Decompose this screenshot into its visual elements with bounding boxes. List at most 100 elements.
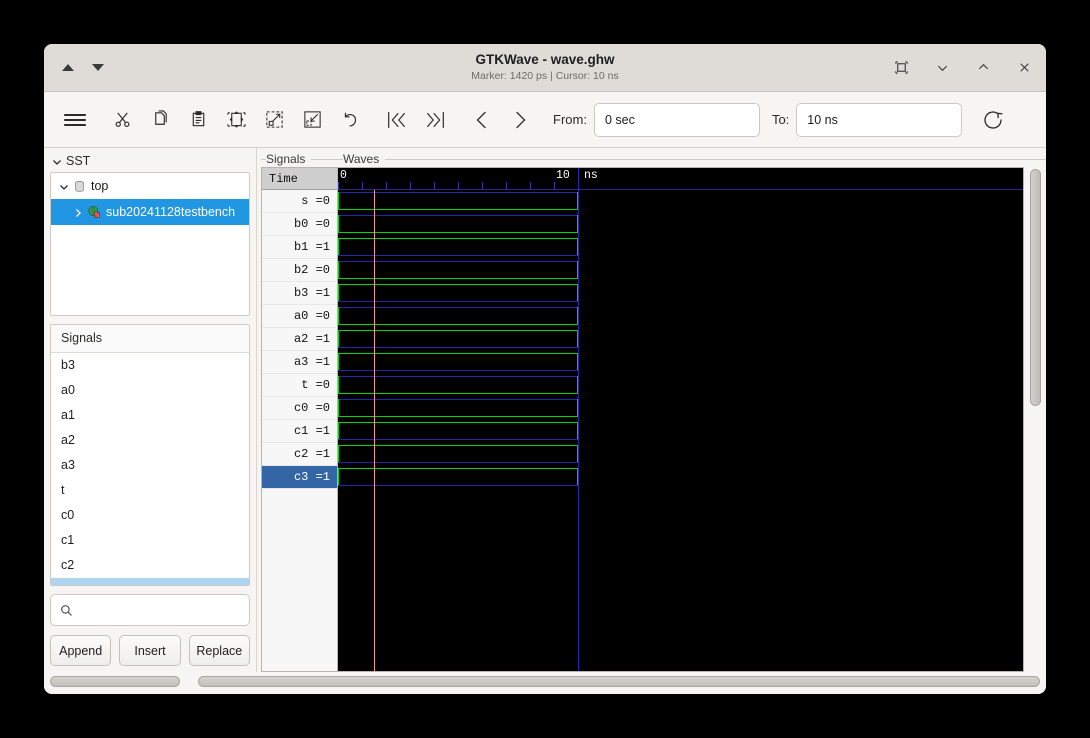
wave-edge xyxy=(338,376,339,393)
wave-trace-row[interactable] xyxy=(338,259,1023,282)
undo-icon[interactable] xyxy=(333,103,367,137)
restore-icon[interactable] xyxy=(894,60,909,75)
wave-row-label[interactable]: a3 =1 xyxy=(262,351,337,374)
zoom-fit-icon[interactable] xyxy=(219,103,253,137)
wave-edge xyxy=(338,468,339,485)
tree-item-label: sub20241128testbench xyxy=(106,205,236,219)
paste-clipboard-icon[interactable] xyxy=(181,103,215,137)
tree-item-label: top xyxy=(91,179,109,193)
zoom-in-region-icon[interactable] xyxy=(257,103,291,137)
triangle-up-icon[interactable] xyxy=(62,64,74,71)
zoom-out-region-icon[interactable] xyxy=(295,103,329,137)
ruler-unit-label: ns xyxy=(584,169,598,182)
wave-row-label[interactable]: b2 =0 xyxy=(262,259,337,282)
wave-trace-row[interactable] xyxy=(338,190,1023,213)
from-input[interactable]: 0 sec xyxy=(593,102,760,137)
vertical-scrollbar-track[interactable] xyxy=(1029,169,1041,672)
list-item[interactable]: a2 xyxy=(51,428,249,453)
wave-trace-row[interactable] xyxy=(338,305,1023,328)
wave-row-label[interactable]: a2 =1 xyxy=(262,328,337,351)
list-item[interactable]: c0 xyxy=(51,503,249,528)
wave-row-label[interactable]: s =0 xyxy=(262,190,337,213)
wave-row-label[interactable]: t =0 xyxy=(262,374,337,397)
left-pane: SST top sub20241128testbench Signals b3 … xyxy=(44,148,256,672)
to-input[interactable]: 10 ns xyxy=(796,102,963,137)
wave-edge xyxy=(338,353,339,370)
minimize-icon[interactable] xyxy=(935,60,950,75)
sst-tree[interactable]: top sub20241128testbench xyxy=(50,172,250,316)
wave-edge xyxy=(338,284,339,301)
wave-row-label[interactable]: c0 =0 xyxy=(262,397,337,420)
wave-row-label-selected[interactable]: c3 =1 xyxy=(262,466,337,489)
wave-edge xyxy=(338,307,339,324)
list-item[interactable]: t xyxy=(51,478,249,503)
previous-edge-icon[interactable] xyxy=(465,103,499,137)
wave-row-label[interactable]: a0 =0 xyxy=(262,305,337,328)
wave-body: Time s =0 b0 =0 b1 =1 b2 =0 b3 =1 a0 =0 … xyxy=(261,167,1046,672)
waves-header-label: Waves xyxy=(343,152,386,166)
chevron-right-icon[interactable] xyxy=(73,207,83,217)
marker-line[interactable] xyxy=(374,190,375,671)
wave-row-label[interactable]: b0 =0 xyxy=(262,213,337,236)
vertical-scrollbar-thumb[interactable] xyxy=(1029,169,1041,406)
list-item[interactable]: a1 xyxy=(51,403,249,428)
list-item[interactable]: a0 xyxy=(51,378,249,403)
search-icon xyxy=(60,604,73,617)
main-toolbar: From: 0 sec To: 10 ns xyxy=(44,92,1046,148)
data-end-line xyxy=(578,168,579,671)
time-ruler[interactable]: 0 10 ns xyxy=(338,168,1023,190)
signal-search-box[interactable] xyxy=(50,594,250,626)
reload-icon[interactable] xyxy=(976,103,1010,137)
wave-canvas[interactable]: 0 10 ns xyxy=(337,167,1024,672)
list-item-selected[interactable]: c3 xyxy=(51,577,249,585)
wave-trace-row[interactable] xyxy=(338,420,1023,443)
close-icon[interactable] xyxy=(1017,60,1032,75)
go-to-start-icon[interactable] xyxy=(380,103,414,137)
triangle-down-icon[interactable] xyxy=(92,64,104,71)
next-edge-icon[interactable] xyxy=(503,103,537,137)
maximize-icon[interactable] xyxy=(976,60,991,75)
chevron-down-icon xyxy=(52,156,62,166)
signals-list[interactable]: b3 a0 a1 a2 a3 t c0 c1 c2 c3 xyxy=(51,353,249,585)
wave-edge xyxy=(338,330,339,347)
wave-row-label[interactable]: b3 =1 xyxy=(262,282,337,305)
wave-trace-row[interactable] xyxy=(338,213,1023,236)
wave-row-label[interactable]: c1 =1 xyxy=(262,420,337,443)
chevron-down-icon[interactable] xyxy=(59,181,69,191)
copy-pages-icon[interactable] xyxy=(143,103,177,137)
wave-trace-row[interactable] xyxy=(338,351,1023,374)
list-item[interactable]: c1 xyxy=(51,528,249,553)
wave-name-column[interactable]: Time s =0 b0 =0 b1 =1 b2 =0 b3 =1 a0 =0 … xyxy=(261,167,337,672)
list-item[interactable]: a3 xyxy=(51,453,249,478)
list-item[interactable]: b3 xyxy=(51,353,249,378)
time-row-label: Time xyxy=(262,168,337,190)
module-cylinder-icon xyxy=(73,180,86,193)
replace-button[interactable]: Replace xyxy=(188,635,250,666)
wave-edge xyxy=(338,422,339,439)
ruler-start-label: 0 xyxy=(340,169,347,182)
insert-button[interactable]: Insert xyxy=(119,635,181,666)
wave-trace-row[interactable] xyxy=(338,397,1023,420)
menu-hamburger-icon[interactable] xyxy=(58,103,92,137)
wave-row-label[interactable]: b1 =1 xyxy=(262,236,337,259)
list-item[interactable]: c2 xyxy=(51,553,249,578)
wave-edge xyxy=(338,261,339,278)
wave-trace-row[interactable] xyxy=(338,466,1023,489)
search-input[interactable] xyxy=(80,603,241,617)
cut-scissors-icon[interactable] xyxy=(105,103,139,137)
go-to-end-icon[interactable] xyxy=(418,103,452,137)
tree-item-sub20241128testbench[interactable]: sub20241128testbench xyxy=(51,199,249,225)
tree-item-top[interactable]: top xyxy=(51,173,249,199)
sst-section-header[interactable]: SST xyxy=(50,152,250,172)
wave-row-label[interactable]: c2 =1 xyxy=(262,443,337,466)
append-button[interactable]: Append xyxy=(50,635,112,666)
wave-trace-row[interactable] xyxy=(338,236,1023,259)
wave-vertical-scrollbar[interactable] xyxy=(1024,167,1046,672)
names-horizontal-scrollbar[interactable] xyxy=(50,675,180,687)
waves-horizontal-scrollbar[interactable] xyxy=(198,675,1040,687)
wave-trace-row[interactable] xyxy=(338,443,1023,466)
wave-trace-row[interactable] xyxy=(338,282,1023,305)
wave-trace-row[interactable] xyxy=(338,328,1023,351)
signals-list-header: Signals xyxy=(51,324,249,353)
wave-trace-row[interactable] xyxy=(338,374,1023,397)
